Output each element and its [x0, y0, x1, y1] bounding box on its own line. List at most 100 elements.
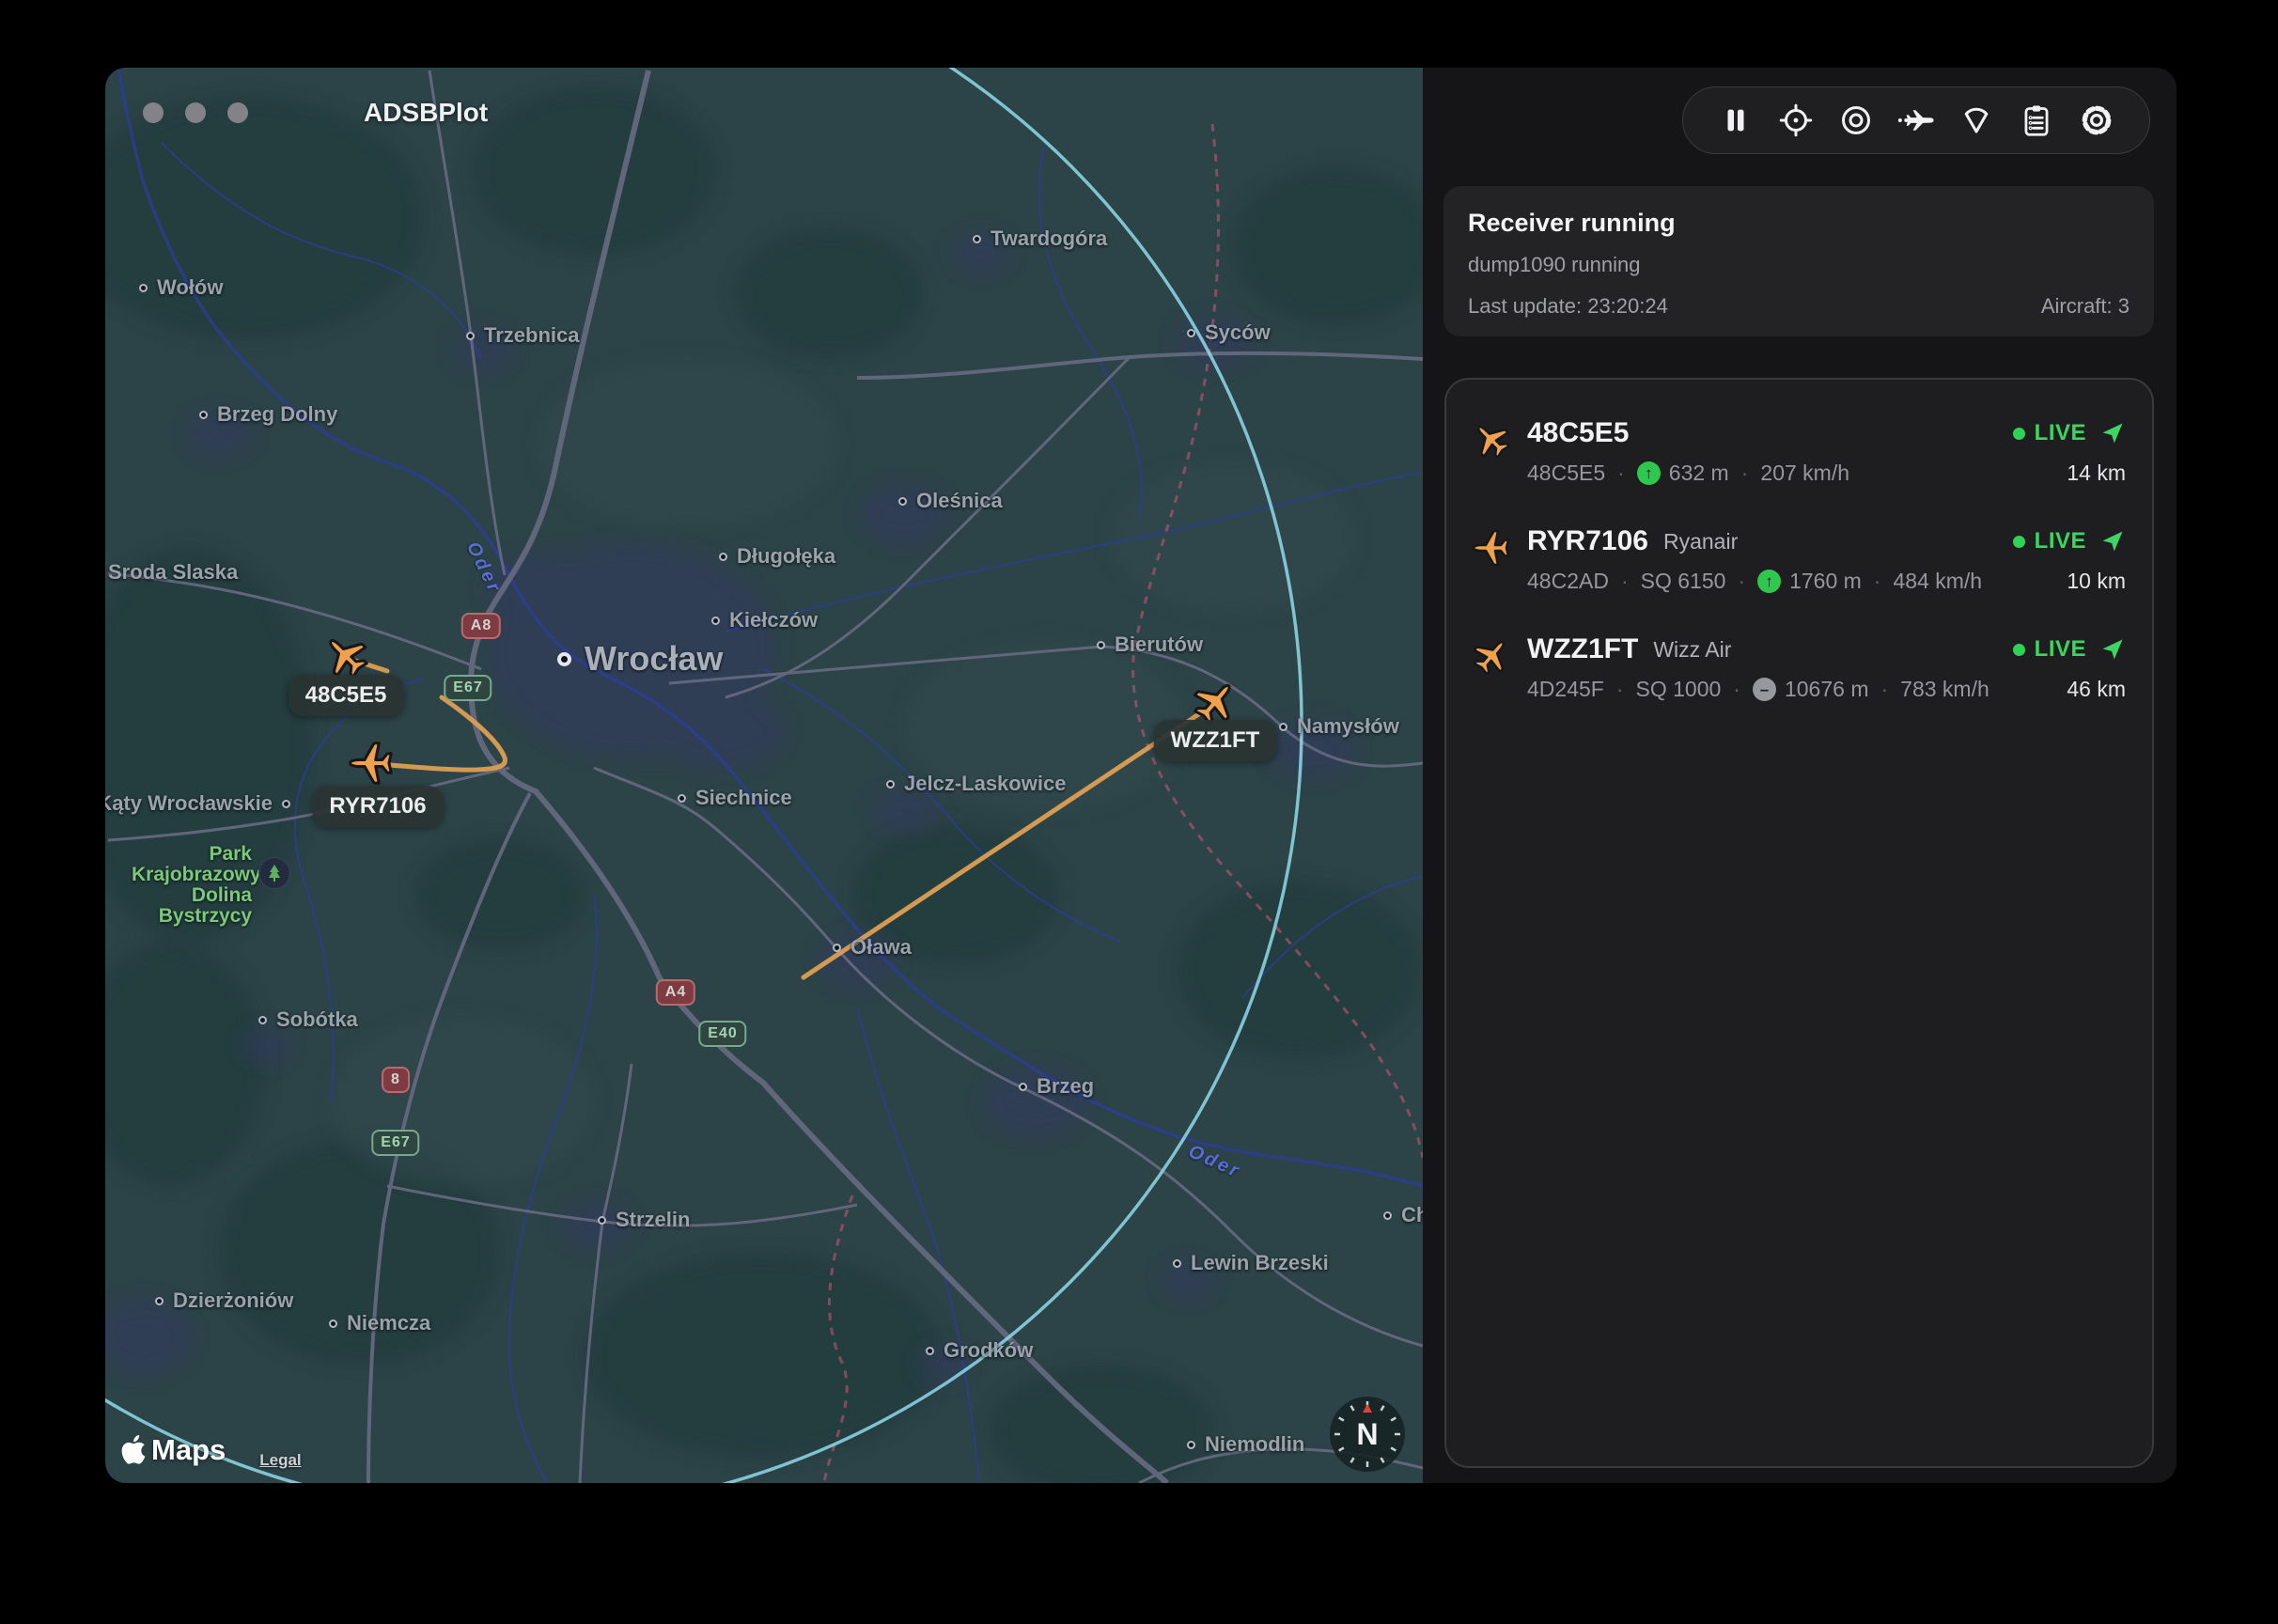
map-city-label: Trzebnica [466, 323, 579, 348]
track-arrow-icon [2099, 636, 2126, 663]
minimize-button[interactable] [185, 102, 206, 123]
map-city-label: Namysłów [1279, 714, 1399, 739]
aircraft-row[interactable]: WZZ1FT Wizz Air LIVE 4D245F ·SQ 1000 ·–1… [1446, 613, 2152, 721]
titlebar: ADSBPlot [105, 68, 1423, 157]
map-aircraft-RYR7106[interactable] [347, 739, 396, 788]
road-shield: A8 [461, 613, 501, 639]
live-label: LIVE [2035, 420, 2086, 446]
city-dot-icon [282, 800, 290, 808]
toolbar [1682, 86, 2150, 154]
settings-button[interactable] [2076, 100, 2117, 141]
map-city-label: Kiełczów [711, 608, 818, 632]
map-city-label: Oława [833, 935, 912, 960]
aircraft-altitude: 632 m [1669, 461, 1729, 486]
aircraft-distance: 46 km [2067, 677, 2126, 702]
aircraft-icon [1471, 527, 1512, 569]
map-city-label: Grodków [926, 1338, 1033, 1363]
map-city-label: Oleśnica [898, 489, 1003, 513]
map-aircraft-48C5E5[interactable] [321, 632, 370, 680]
city-dot-icon [199, 411, 208, 419]
track-arrow-icon [2099, 528, 2126, 554]
city-dot-icon [719, 553, 727, 561]
aircraft-callsign: 48C5E5 [1527, 417, 1629, 449]
separator: · [1617, 461, 1625, 486]
map-city-label: Siechnice [678, 786, 792, 810]
city-dot-icon [466, 332, 475, 340]
pause-button[interactable] [1715, 100, 1756, 141]
aircraft-distance: 10 km [2067, 569, 2126, 594]
aircraft-icao: 48C5E5 [1527, 461, 1605, 486]
map-city-label: Dzierżoniów [155, 1288, 293, 1313]
app-window: WołówTwardogóraTrzebnicaSycówBrzeg Dolny… [105, 68, 2177, 1483]
map-city-label: Brzeg Dolny [199, 402, 337, 427]
close-button[interactable] [143, 102, 164, 123]
aircraft-row[interactable]: RYR7106 Ryanair LIVE 48C2AD ·SQ 6150 ·↑1… [1446, 505, 2152, 613]
map-city-label: Długołęka [719, 544, 835, 569]
map-city-label: Ch [1383, 1203, 1423, 1227]
receiver-status-card: Receiver running dump1090 running Last u… [1443, 186, 2154, 336]
window-title: ADSBPlot [364, 98, 488, 128]
aircraft-speed: 783 km/h [1900, 677, 1989, 702]
city-dot-icon [155, 1297, 164, 1305]
map-city-label: Kąty Wrocławskie [105, 791, 290, 816]
aircraft-list: 48C5E5 LIVE 48C5E5 · ·↑632 m ·207 km/h [1444, 378, 2154, 1468]
compass[interactable]: N [1330, 1397, 1405, 1472]
aircraft-icon [1471, 635, 1512, 677]
city-dot-icon [711, 617, 720, 625]
aircraft-icon [1471, 419, 1512, 461]
aircraft-trails-button[interactable] [1896, 100, 1937, 141]
zoom-button[interactable] [227, 102, 248, 123]
city-dot-icon [329, 1320, 337, 1328]
range-rings-button[interactable] [1835, 100, 1877, 141]
aircraft-callsign: RYR7106 [1527, 525, 1648, 557]
aircraft-row[interactable]: 48C5E5 LIVE 48C5E5 · ·↑632 m ·207 km/h [1446, 397, 2152, 505]
last-update-label: Last update: 23:20:24 [1468, 294, 1668, 319]
road-shield: E67 [371, 1130, 419, 1156]
locate-button[interactable] [1775, 100, 1817, 141]
aircraft-speed: 207 km/h [1760, 461, 1849, 486]
map-city-label: Wołów [139, 275, 223, 300]
map-city-label: Jelcz-Laskowice [886, 772, 1066, 796]
live-dot-icon [2013, 428, 2025, 440]
map-callsign-pill: 48C5E5 [289, 675, 404, 716]
live-dot-icon [2013, 644, 2025, 656]
maps-brand: Maps [120, 1433, 226, 1467]
map-city-label: Lewin Brzeski [1173, 1251, 1329, 1275]
log-button[interactable] [2016, 100, 2057, 141]
map-city-label: Wrocław [557, 639, 723, 679]
city-dot-icon [973, 235, 981, 243]
live-label: LIVE [2035, 528, 2086, 554]
city-dot-icon [557, 652, 571, 666]
aircraft-icao: 48C2AD [1527, 569, 1609, 594]
aircraft-altitude: 10676 m [1785, 677, 1869, 702]
compass-dial-icon [1330, 1397, 1405, 1472]
aircraft-squawk: SQ 6150 [1641, 569, 1726, 594]
aircraft-icao: 4D245F [1527, 677, 1604, 702]
separator: · [1621, 569, 1629, 594]
city-dot-icon [1279, 723, 1287, 731]
city-dot-icon [139, 284, 148, 292]
city-dot-icon [1019, 1083, 1027, 1091]
legal-link[interactable]: Legal [259, 1451, 301, 1470]
city-dot-icon [1097, 641, 1105, 649]
city-dot-icon [886, 780, 895, 789]
separator: · [1733, 677, 1740, 702]
city-dot-icon [1383, 1211, 1392, 1220]
aircraft-squawk: SQ 1000 [1636, 677, 1722, 702]
map-city-label: Bierutów [1097, 632, 1203, 657]
aircraft-speed: 484 km/h [1893, 569, 1982, 594]
coverage-button[interactable] [1956, 100, 1997, 141]
map-view[interactable]: WołówTwardogóraTrzebnicaSycówBrzeg Dolny… [105, 68, 1423, 1483]
map-city-label: Syców [1187, 320, 1271, 345]
park-tree-icon [258, 857, 290, 889]
map-city-label: Sobótka [258, 1007, 358, 1032]
aircraft-callsign: WZZ1FT [1527, 633, 1638, 665]
city-dot-icon [598, 1216, 606, 1225]
city-dot-icon [1187, 329, 1195, 337]
map-callsign-pill: WZZ1FT [1154, 720, 1277, 761]
track-arrow-icon [2099, 420, 2126, 446]
city-dot-icon [833, 944, 841, 952]
park-label: ParkKrajobrazowyDolina Bystrzycy [132, 844, 252, 927]
receiver-status-subtitle: dump1090 running [1468, 253, 2130, 277]
city-dot-icon [678, 794, 686, 803]
